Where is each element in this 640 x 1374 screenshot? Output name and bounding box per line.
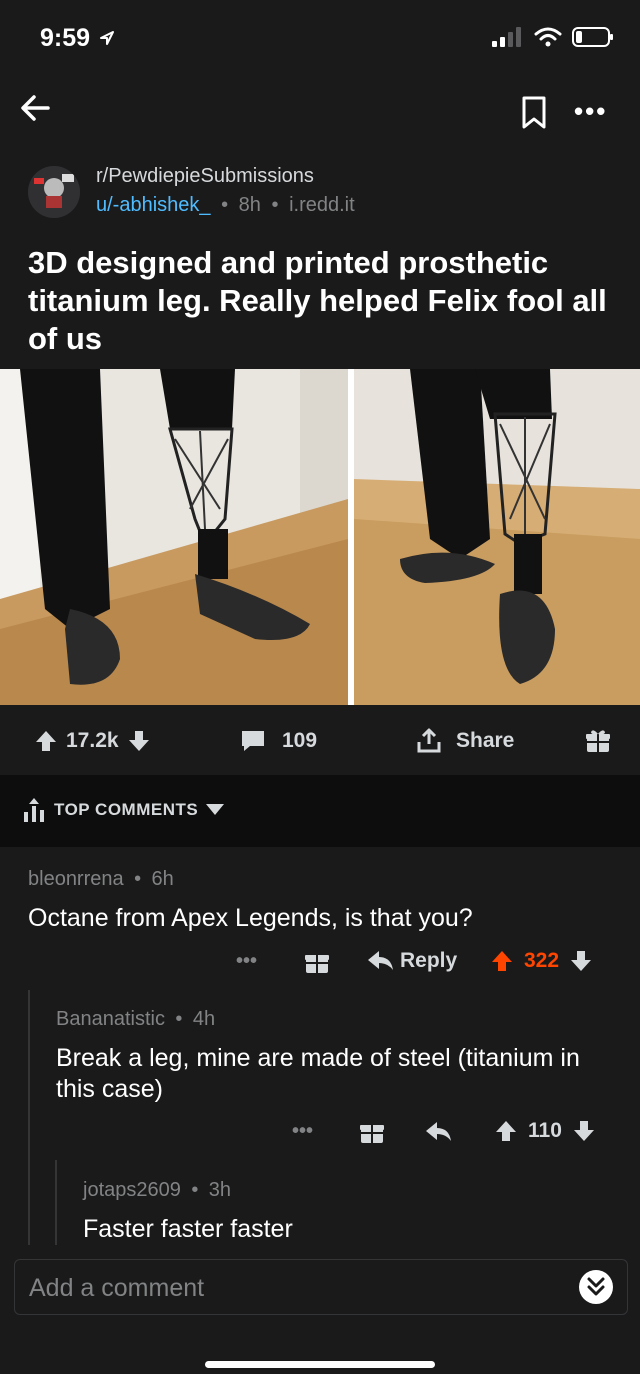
status-time: 9:59 xyxy=(40,24,115,53)
upvote-icon[interactable] xyxy=(34,729,58,753)
comment-age: 6h xyxy=(151,868,174,890)
comment-body: Faster faster faster xyxy=(83,1215,293,1243)
subreddit-name[interactable]: r/PewdiepieSubmissions xyxy=(96,165,314,188)
cellular-signal-icon xyxy=(492,27,521,47)
reply-icon[interactable] xyxy=(426,1122,452,1142)
reply-icon xyxy=(368,951,393,970)
gift-icon xyxy=(586,730,610,752)
post-image[interactable] xyxy=(0,369,640,705)
sort-label: TOP COMMENTS xyxy=(54,800,199,819)
post-title: 3D designed and printed prosthetic titan… xyxy=(28,245,607,356)
collapse-icon[interactable] xyxy=(579,1270,613,1304)
share-label: Share xyxy=(456,729,515,752)
gift-icon[interactable] xyxy=(304,949,330,975)
award-button[interactable] xyxy=(585,728,611,754)
comment-header: jotaps2609 • 3h xyxy=(83,1179,232,1201)
downvote-icon[interactable] xyxy=(569,949,593,973)
wifi-icon xyxy=(534,27,562,47)
thread-line[interactable] xyxy=(28,990,30,1245)
comment-vote-group: 110 xyxy=(494,1119,596,1143)
comment-icon xyxy=(242,731,264,751)
gift-icon[interactable] xyxy=(359,1119,385,1145)
thread-line[interactable] xyxy=(55,1160,57,1245)
downvote-icon[interactable] xyxy=(572,1119,596,1143)
comment-author[interactable]: bleonrrena xyxy=(28,868,124,890)
upvote-icon[interactable] xyxy=(494,1119,518,1143)
more-icon[interactable]: ••• xyxy=(574,96,607,127)
status-indicators xyxy=(492,26,614,48)
post-action-bar: 17.2k 109 Share xyxy=(0,712,640,770)
comments-button[interactable]: 109 xyxy=(240,729,317,753)
post-score: 17.2k xyxy=(66,729,119,752)
comment-more-icon[interactable]: ••• xyxy=(292,1120,313,1143)
comment-body: Break a leg, mine are made of steel (tit… xyxy=(56,1044,580,1103)
location-arrow-icon xyxy=(100,31,114,45)
battery-icon xyxy=(572,27,613,47)
comment-header: bleonrrena • 6h xyxy=(28,868,174,890)
comment-author[interactable]: jotaps2609 xyxy=(83,1179,181,1201)
comment-header: Bananatistic • 4h xyxy=(56,1008,216,1030)
chevron-down-icon xyxy=(206,804,225,815)
comment-age: 3h xyxy=(208,1179,232,1201)
post-age: 8h xyxy=(238,194,261,216)
subreddit-avatar[interactable] xyxy=(28,166,80,218)
comment-score: 322 xyxy=(524,949,560,972)
back-arrow-icon[interactable] xyxy=(18,90,54,126)
comment-score: 110 xyxy=(528,1119,562,1142)
share-icon xyxy=(417,728,441,753)
share-button[interactable]: Share xyxy=(416,728,514,754)
comment-vote-group: 322 xyxy=(490,949,593,973)
comment-age: 4h xyxy=(192,1008,216,1030)
post-meta: u/-abhishek_ • 8h • i.redd.it xyxy=(96,194,355,216)
downvote-icon[interactable] xyxy=(127,729,151,753)
comment-input-bar xyxy=(14,1259,628,1316)
home-indicator[interactable] xyxy=(205,1361,435,1368)
bookmark-icon[interactable] xyxy=(520,95,548,131)
comment-author[interactable]: Bananatistic xyxy=(56,1008,165,1030)
sort-icon xyxy=(24,798,44,822)
reply-label: Reply xyxy=(400,949,458,972)
comment-more-icon[interactable]: ••• xyxy=(236,950,257,973)
reply-button[interactable]: Reply xyxy=(368,949,457,973)
post-author[interactable]: u/-abhishek_ xyxy=(96,194,211,216)
sort-selector[interactable]: TOP COMMENTS xyxy=(22,798,225,822)
comment-input[interactable] xyxy=(27,1260,571,1316)
comment-body: Octane from Apex Legends, is that you? xyxy=(28,904,473,932)
comment-count: 109 xyxy=(282,729,318,752)
upvote-icon[interactable] xyxy=(490,949,514,973)
post-domain[interactable]: i.redd.it xyxy=(289,194,355,216)
vote-group: 17.2k xyxy=(34,729,151,753)
